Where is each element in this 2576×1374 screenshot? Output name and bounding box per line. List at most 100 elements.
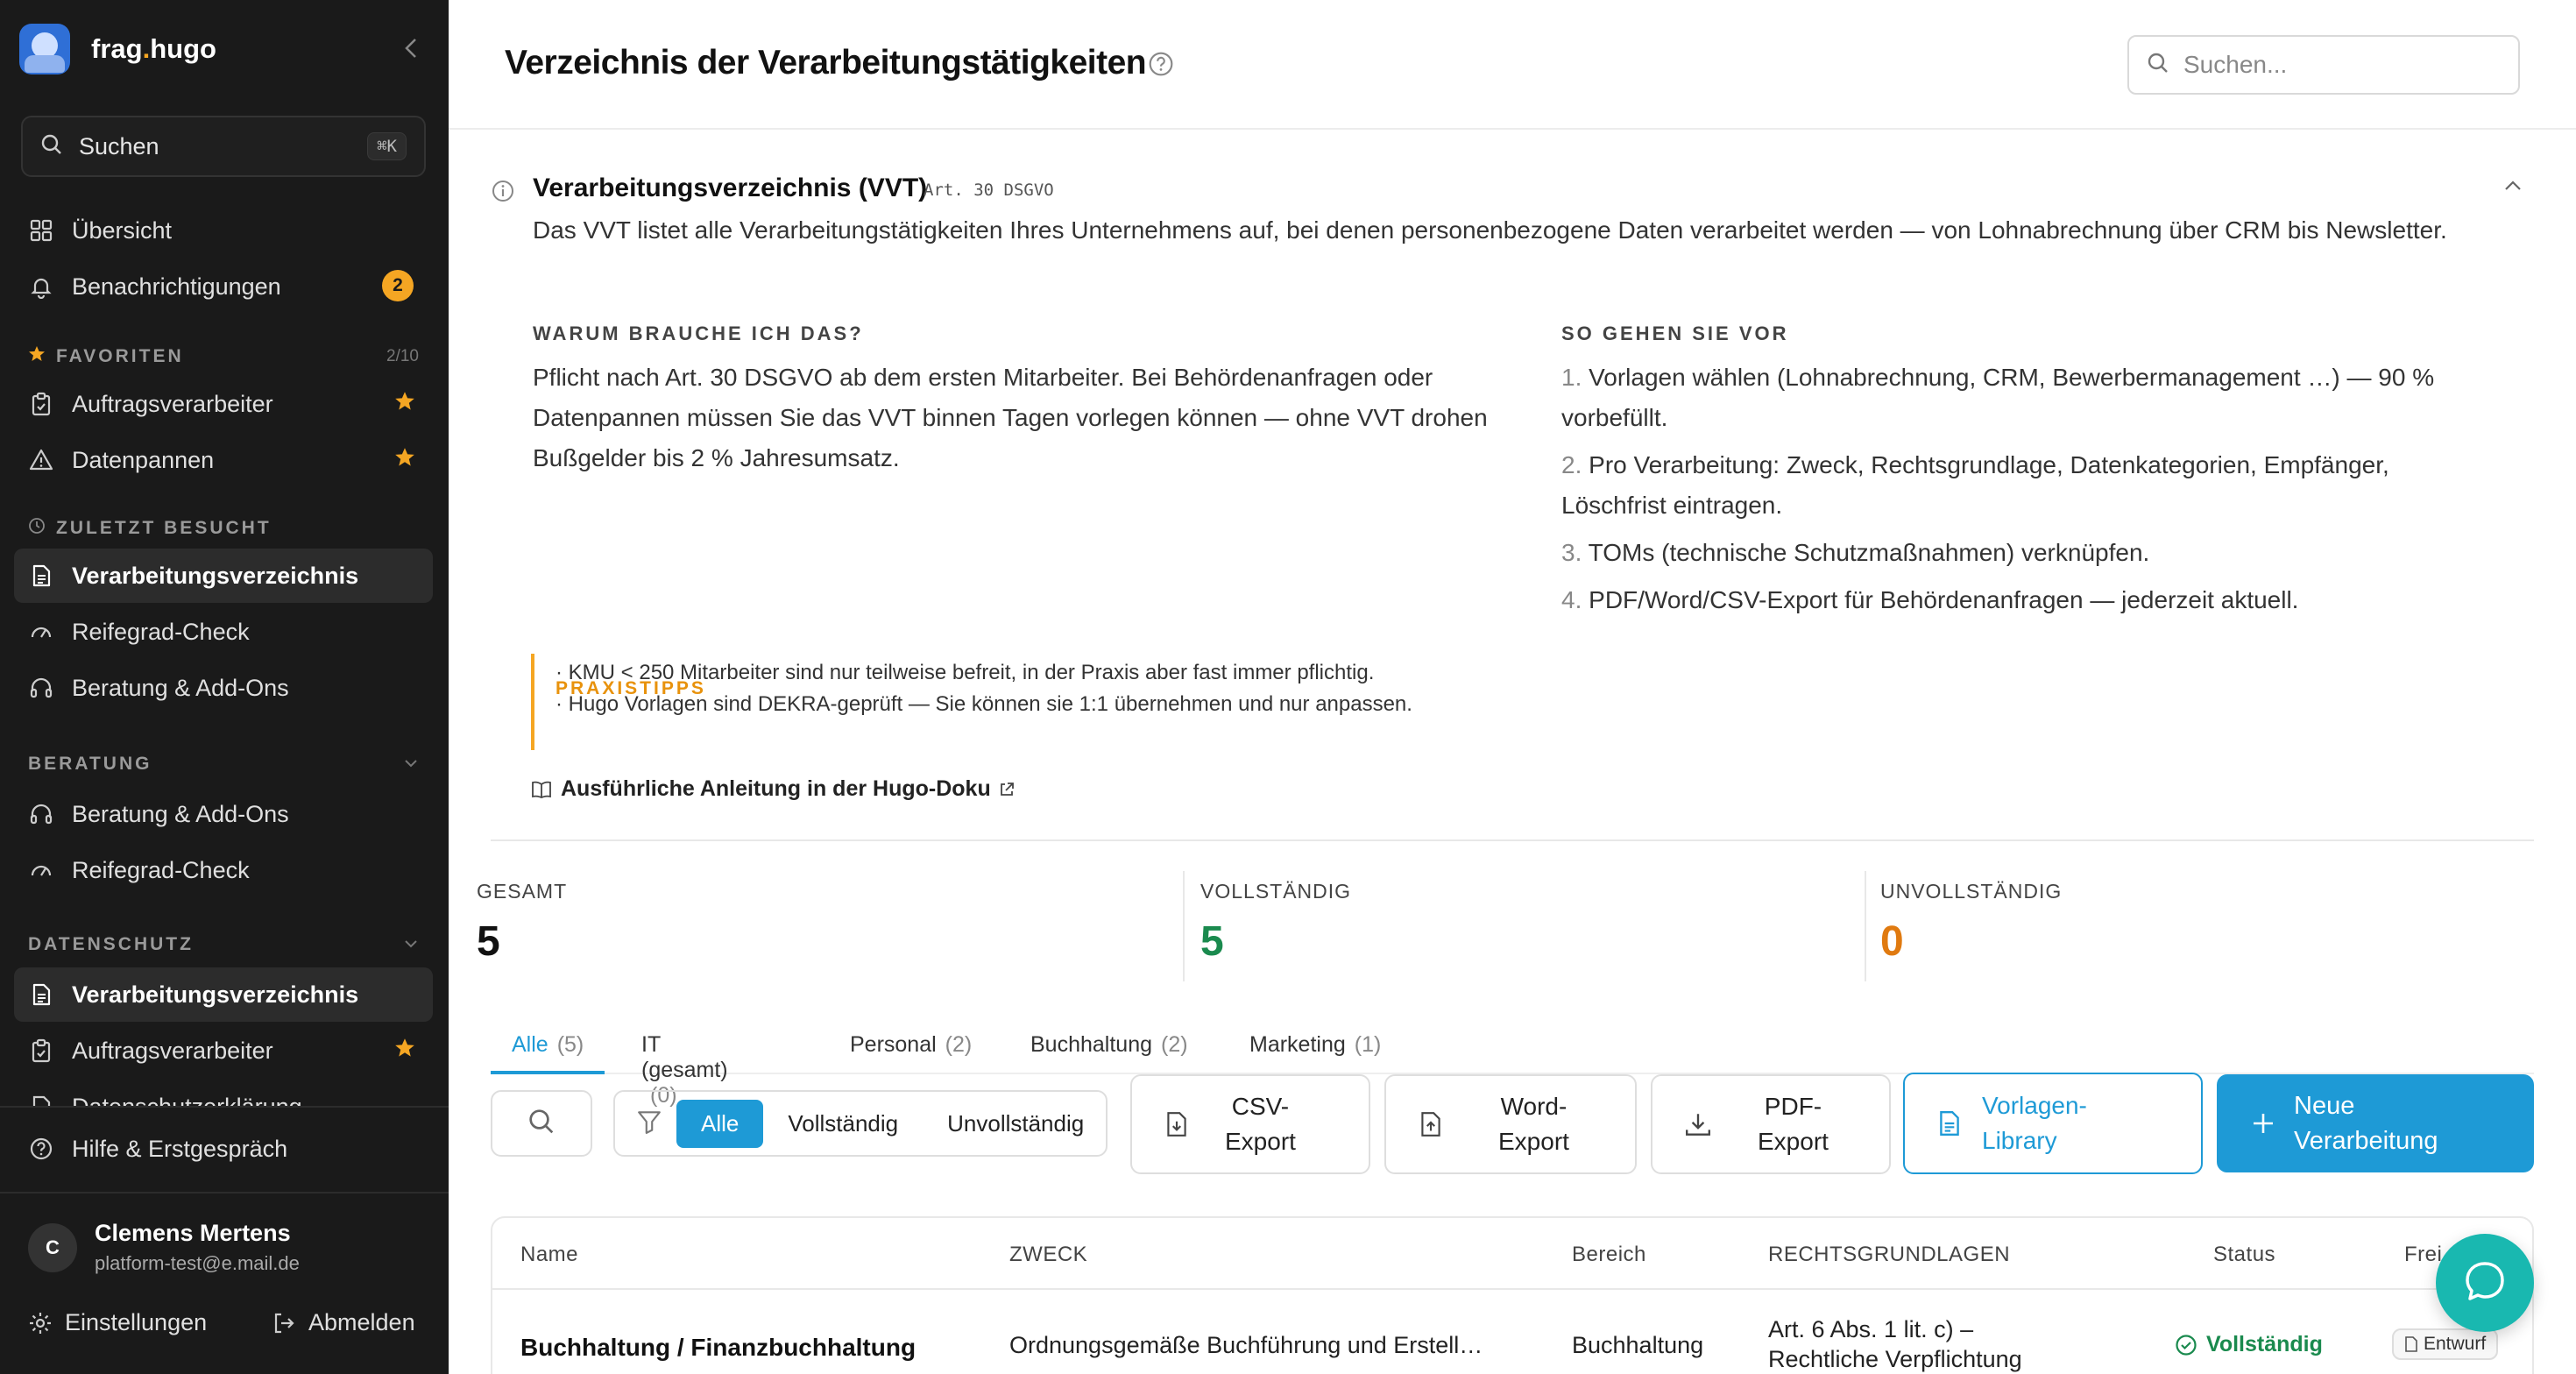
help-icon[interactable] — [1148, 51, 1174, 81]
row-legal: Art. 6 Abs. 1 lit. c) – Rechtliche Verpfl… — [1768, 1316, 2022, 1372]
clipboard-icon — [28, 391, 54, 417]
processing-table: Name ZWECK Bereich RECHTSGRUNDLAGEN Stat… — [491, 1216, 2534, 1374]
sidebar-item-label: Beratung & Add-Ons — [72, 800, 289, 827]
stat-divider — [1865, 871, 1866, 981]
sidebar-item-breaches-fav[interactable]: Datenpannen — [14, 433, 433, 487]
filter-incomplete[interactable]: Unvollständig — [923, 1100, 1108, 1148]
sidebar-item-vvt[interactable]: Verarbeitungsverzeichnis — [14, 967, 433, 1022]
file-text-icon — [1418, 1110, 1444, 1138]
user-email: platform-test@e.mail.de — [95, 1252, 300, 1274]
stat-incomplete: UNVOLLSTÄNDIG 0 — [1880, 880, 2063, 965]
column-header-status[interactable]: Status — [2213, 1243, 2275, 1267]
sidebar-item-consulting-recent[interactable]: Beratung & Add-Ons — [14, 661, 433, 715]
page-title: Verzeichnis der Verarbeitungstätigkeiten — [505, 44, 1147, 81]
template-library-button[interactable]: Vorlagen- Library — [1903, 1073, 2203, 1174]
step-item: 3. TOMs (technische Schutzmaßnahmen) ver… — [1561, 539, 2150, 566]
favorite-star-icon[interactable] — [394, 391, 415, 418]
bell-icon — [28, 273, 54, 300]
brand[interactable]: frag.hugo — [19, 21, 429, 77]
draft-file-icon — [2404, 1336, 2418, 1352]
sidebar-item-label: Hilfe & Erstgespräch — [72, 1135, 288, 1162]
new-processing-button[interactable]: Neue Verarbeitung — [2217, 1074, 2534, 1172]
row-purpose: Ordnungsgemäße Buchführung und Erstell… — [1009, 1332, 1483, 1358]
divider — [491, 839, 2534, 841]
sidebar-search-label: Suchen — [79, 132, 159, 159]
settings-button[interactable]: Einstellungen — [28, 1309, 207, 1336]
pdf-export-button[interactable]: PDF- Export — [1651, 1074, 1891, 1174]
sidebar-item-processors-fav[interactable]: Auftragsverarbeiter — [14, 377, 433, 431]
sidebar-item-overview[interactable]: Übersicht — [14, 203, 433, 258]
chevron-down-icon — [403, 935, 419, 954]
table-header: Name ZWECK Bereich RECHTSGRUNDLAGEN Stat… — [492, 1218, 2532, 1290]
why-heading: WARUM BRAUCHE ICH DAS? — [533, 322, 864, 344]
tab-marketing[interactable]: Marketing (1) — [1228, 1020, 1402, 1074]
tab-accounting[interactable]: Buchhaltung (2) — [1009, 1020, 1209, 1074]
why-text: Pflicht nach Art. 30 DSGVO ab dem ersten… — [533, 364, 1488, 471]
headset-icon — [28, 675, 54, 701]
docs-link[interactable]: Ausführliche Anleitung in der Hugo-Doku — [531, 776, 1016, 802]
document-icon — [28, 981, 54, 1008]
headset-icon — [28, 801, 54, 827]
search-input[interactable] — [2183, 51, 2499, 79]
gauge-icon — [28, 619, 54, 645]
sidebar-item-label: Übersicht — [72, 216, 173, 244]
document-icon — [1936, 1109, 1963, 1137]
sidebar-item-notifications[interactable]: Benachrichtigungen 2 — [14, 259, 433, 314]
search-icon — [2147, 52, 2169, 79]
sidebar-item-help[interactable]: Hilfe & Erstgespräch — [14, 1122, 433, 1176]
favorite-star-icon[interactable] — [394, 447, 415, 474]
sidebar-item-label: Verarbeitungsverzeichnis — [72, 562, 359, 589]
tab-personal[interactable]: Personal (2) — [829, 1020, 993, 1074]
column-header-purpose: ZWECK — [1009, 1243, 1088, 1266]
tab-it[interactable]: IT (gesamt)(0) — [620, 1020, 749, 1108]
privacy-heading[interactable]: DATENSCHUTZ — [28, 934, 419, 955]
user-profile[interactable]: C Clemens Mertens platform-test@e.mail.d… — [28, 1220, 300, 1275]
search-shortcut: ⌘K — [367, 132, 407, 160]
csv-export-button[interactable]: CSV- Export — [1130, 1074, 1370, 1174]
sidebar-item-maturity-recent[interactable]: Reifegrad-Check — [14, 605, 433, 659]
chevron-up-icon[interactable] — [2502, 179, 2523, 197]
release-badge: Entwurf — [2392, 1328, 2499, 1360]
header-search[interactable] — [2127, 35, 2520, 95]
search-icon — [40, 133, 63, 160]
chat-button[interactable] — [2436, 1234, 2534, 1332]
word-export-button[interactable]: Word- Export — [1384, 1074, 1637, 1174]
favorite-star-icon[interactable] — [394, 1038, 415, 1065]
sidebar-item-label: Reifegrad-Check — [72, 856, 250, 883]
sidebar-item-maturity[interactable]: Reifegrad-Check — [14, 843, 433, 897]
check-circle-icon — [2175, 1334, 2197, 1356]
sidebar-divider — [0, 1192, 449, 1193]
filter-icon — [636, 1108, 662, 1139]
filter-complete[interactable]: Vollständig — [763, 1100, 923, 1148]
download-icon — [1684, 1111, 1712, 1137]
logout-button[interactable]: Abmelden — [272, 1309, 415, 1336]
logout-icon — [272, 1311, 296, 1335]
brand-logo — [19, 24, 70, 74]
user-name: Clemens Mertens — [95, 1220, 291, 1246]
status-filter: Alle Vollständig Unvollständig — [613, 1090, 1108, 1157]
sidebar-search[interactable]: Suchen ⌘K — [21, 116, 426, 177]
sidebar-item-privacy-policy[interactable]: Datenschutzerklärung — [14, 1080, 433, 1106]
step-item: 4. PDF/Word/CSV-Export für Behördenanfra… — [1561, 586, 2299, 613]
sidebar-item-label: Auftragsverarbeiter — [72, 1037, 273, 1064]
info-tag: Art. 30 DSGVO — [924, 181, 1054, 200]
recent-heading: ZULETZT BESUCHT — [28, 517, 419, 540]
external-link-icon — [998, 781, 1016, 798]
clock-icon — [28, 517, 46, 540]
column-header-area[interactable]: Bereich — [1572, 1243, 1646, 1267]
sidebar-item-consulting[interactable]: Beratung & Add-Ons — [14, 787, 433, 841]
sidebar-item-processors[interactable]: Auftragsverarbeiter — [14, 1023, 433, 1078]
sidebar-item-label: Benachrichtigungen — [72, 273, 281, 300]
row-name[interactable]: Buchhaltung / Finanzbuchhaltung — [520, 1334, 916, 1362]
tab-all[interactable]: Alle (5) — [491, 1020, 605, 1074]
column-header-legal: RECHTSGRUNDLAGEN — [1768, 1243, 2011, 1266]
sidebar-item-label: Reifegrad-Check — [72, 618, 250, 645]
table-search-button[interactable] — [491, 1090, 592, 1157]
consulting-heading[interactable]: BERATUNG — [28, 754, 419, 775]
column-header-name[interactable]: Name — [520, 1243, 578, 1267]
column-header-release[interactable]: Frei — [2404, 1243, 2442, 1267]
filter-all[interactable]: Alle — [676, 1099, 764, 1148]
collapse-sidebar-icon[interactable] — [403, 37, 419, 66]
sidebar: frag.hugo Suchen ⌘K Übersicht Benachrich… — [0, 0, 449, 1374]
sidebar-item-vvt-recent[interactable]: Verarbeitungsverzeichnis — [14, 549, 433, 603]
